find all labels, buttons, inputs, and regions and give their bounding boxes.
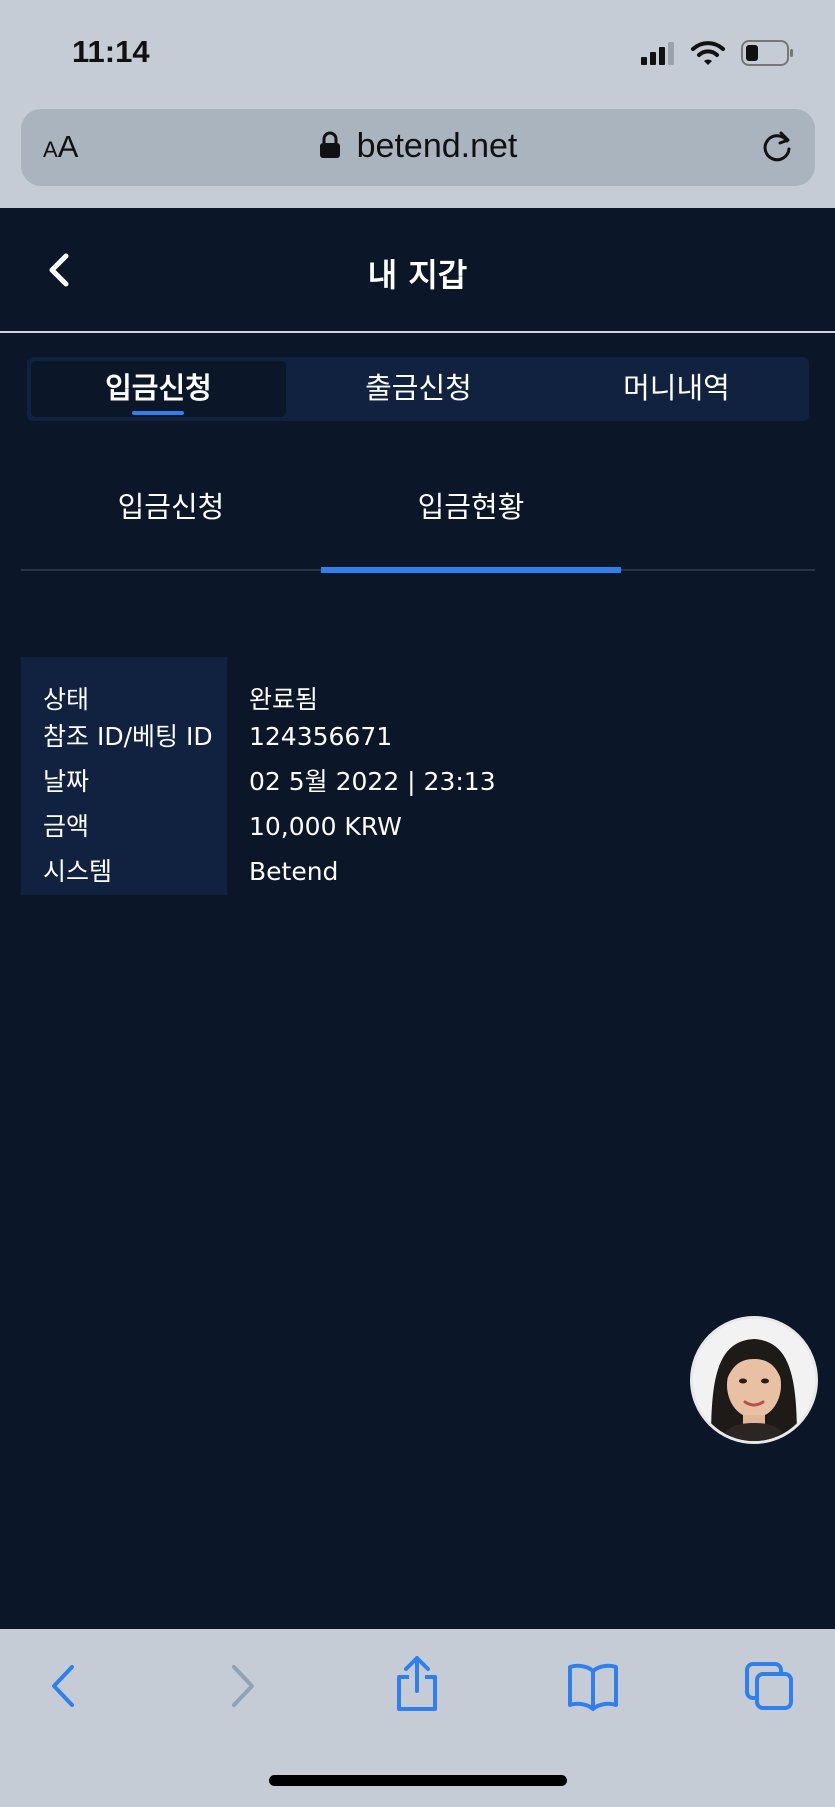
reload-icon[interactable]	[757, 127, 797, 167]
status-time: 11:14	[72, 34, 150, 69]
subtab-deposit-status[interactable]: 입금현황	[321, 465, 621, 573]
detail-row-amount: 금액 10,000 KRW	[21, 804, 581, 849]
detail-value: 02 5월 2022 | 23:13	[249, 767, 496, 796]
browser-forward-icon[interactable]	[222, 1661, 262, 1711]
wifi-icon	[691, 41, 725, 65]
detail-key: 참조 ID/베팅 ID	[21, 714, 227, 759]
page: 11:14 AA betend.net 내 지갑 입금신청 출금신청 머니내역 …	[0, 0, 835, 1807]
detail-value: Betend	[249, 857, 339, 886]
url-text: betend.net	[356, 127, 518, 165]
deposit-detail-table: 상태 완료됨 참조 ID/베팅 ID 124356671 날짜 02 5월 20…	[21, 657, 581, 895]
detail-row-system: 시스템 Betend	[21, 849, 581, 895]
detail-value: 완료됨	[249, 685, 319, 714]
subtab-deposit-request[interactable]: 입금신청	[21, 465, 321, 571]
app-header: 내 지갑	[0, 208, 835, 333]
detail-value: 124356671	[249, 722, 393, 751]
subtab-label: 입금신청	[117, 490, 225, 524]
url-display[interactable]: betend.net	[21, 127, 815, 166]
detail-row-reference-id: 참조 ID/베팅 ID 124356671	[21, 714, 581, 759]
detail-row-date: 날짜 02 5월 2022 | 23:13	[21, 759, 581, 804]
bookmarks-book-icon[interactable]	[566, 1661, 620, 1711]
support-agent-portrait-icon	[693, 1319, 815, 1441]
tab-money-history[interactable]: 머니내역	[549, 361, 804, 417]
subtab-label: 입금현황	[417, 490, 525, 524]
detail-value: 10,000 KRW	[249, 812, 402, 841]
home-indicator	[269, 1775, 567, 1786]
tab-label: 출금신청	[365, 371, 472, 405]
cellular-signal-icon	[641, 42, 674, 65]
tab-deposit-request[interactable]: 입금신청	[31, 361, 286, 417]
tabs-overview-icon[interactable]	[744, 1661, 794, 1711]
lock-icon	[319, 131, 340, 158]
battery-icon	[741, 40, 793, 66]
detail-key: 금액	[21, 804, 227, 849]
tab-label: 머니내역	[623, 371, 730, 405]
safari-top-chrome: 11:14 AA betend.net	[0, 0, 835, 208]
status-icons	[641, 38, 795, 68]
page-title: 내 지갑	[367, 256, 468, 294]
deposit-subtabs: 입금신청 입금현황	[21, 465, 815, 573]
wallet-tabs: 입금신청 출금신청 머니내역	[27, 357, 809, 421]
detail-key: 상태	[21, 657, 227, 714]
detail-row-status: 상태 완료됨	[21, 657, 581, 714]
chat-support-avatar[interactable]	[690, 1316, 818, 1444]
share-icon[interactable]	[394, 1655, 440, 1713]
tab-withdraw-request[interactable]: 출금신청	[291, 361, 546, 417]
detail-key: 시스템	[21, 849, 227, 895]
address-bar[interactable]: AA betend.net	[21, 109, 815, 186]
active-tab-indicator	[132, 411, 184, 415]
tab-label: 입금신청	[105, 371, 212, 405]
detail-key: 날짜	[21, 759, 227, 804]
browser-back-icon[interactable]	[44, 1661, 84, 1711]
